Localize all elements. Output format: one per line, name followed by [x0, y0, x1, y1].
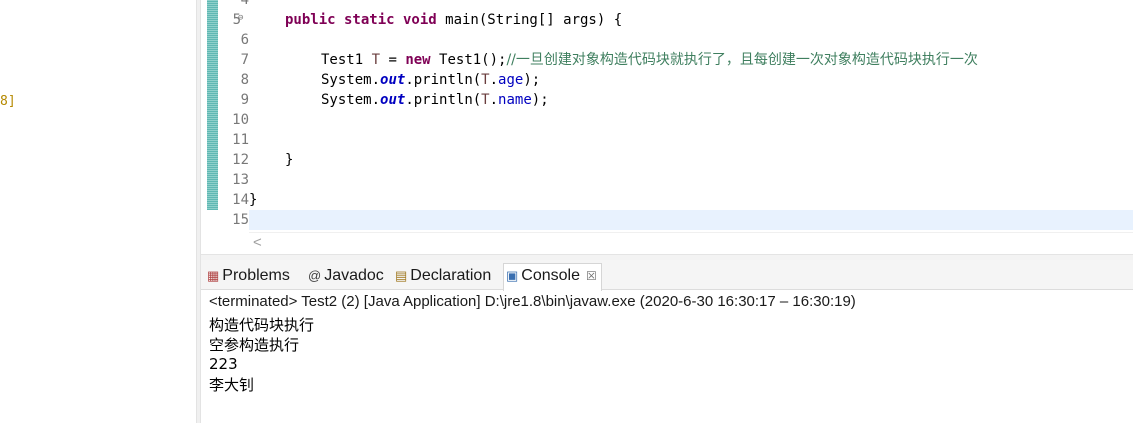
change-bar	[207, 0, 218, 210]
console-output-line: 构造代码块执行	[209, 316, 315, 334]
line-number: 11	[232, 132, 249, 148]
static-field: out	[380, 72, 406, 88]
code-line-7[interactable]: Test1 T = new Test1();//一旦创建对象构造代码块就执行了，…	[321, 50, 978, 70]
code-text: );	[523, 72, 541, 88]
fold-collapse-icon[interactable]: ⊖	[238, 13, 243, 23]
code-line-8[interactable]: System.out.println(T.age);	[321, 70, 540, 90]
code-text: .	[489, 92, 499, 108]
keyword: new	[405, 52, 431, 68]
console-output-line: 空参构造执行	[209, 336, 300, 354]
field: name	[498, 92, 532, 108]
code-line-12[interactable]: }	[285, 150, 293, 170]
console-icon: ▣	[506, 268, 519, 283]
field: age	[498, 72, 524, 88]
console-view: ▦ Problems @ Javadoc ▤ Declaration ▣ Console…	[201, 260, 1133, 423]
truncated-text: 8]	[0, 94, 16, 109]
code-text: .	[489, 72, 499, 88]
tab-javadoc[interactable]: @ Javadoc	[308, 264, 384, 288]
console-output-line: 223	[209, 355, 238, 373]
tab-problems[interactable]: ▦ Problems	[207, 264, 290, 288]
code-line-14[interactable]: }	[249, 190, 257, 210]
package-explorer-pane: 8]	[0, 0, 196, 423]
line-number: 13	[232, 172, 249, 188]
line-number: 14	[232, 192, 249, 208]
variable: T	[481, 92, 490, 108]
variable: T	[481, 72, 490, 88]
tab-label: Javadoc	[324, 267, 384, 284]
code-comment: //一旦创建对象构造代码块就执行了，且每创建一次对象构造代码块执行一次	[506, 52, 978, 68]
horizontal-scrollbar[interactable]: <	[249, 232, 1133, 253]
line-number: 8	[240, 72, 249, 88]
code-text: .println(	[405, 92, 482, 108]
code-text: .println(	[405, 72, 482, 88]
code-text: System.	[321, 72, 381, 88]
code-text: Test1	[321, 52, 372, 68]
static-field: out	[380, 92, 406, 108]
current-line-highlight	[249, 210, 1133, 230]
line-number: 6	[240, 32, 249, 48]
code-text: Test1();	[430, 52, 507, 68]
scroll-left-icon[interactable]: <	[253, 234, 262, 251]
line-number: 9	[240, 92, 249, 108]
line-number: 15	[232, 212, 249, 228]
code-text: =	[380, 52, 406, 68]
line-number: 7	[240, 52, 249, 68]
view-tab-bar: ▦ Problems @ Javadoc ▤ Declaration ▣ Console…	[201, 260, 1133, 291]
code-line-5[interactable]: public static void main(String[] args) {	[285, 10, 622, 30]
console-output-line: 李大钊	[209, 376, 255, 394]
tab-label: Declaration	[410, 267, 492, 284]
code-text: main(String[] args) {	[436, 12, 623, 28]
keyword: public static void	[285, 12, 437, 28]
tab-label: Console	[521, 267, 580, 284]
javadoc-icon: @	[308, 268, 322, 283]
code-line-9[interactable]: System.out.println(T.name);	[321, 90, 549, 110]
line-number: 12	[232, 152, 249, 168]
code-editor[interactable]: 4 5 ⊖ 6 7 8 9 10 11 12 13 14 15 public s…	[201, 0, 1133, 261]
tab-console[interactable]: ▣ Console ☒	[503, 263, 602, 291]
variable: T	[371, 52, 381, 68]
declaration-icon: ▤	[395, 268, 408, 283]
line-number: 4	[240, 0, 249, 8]
tab-label: Problems	[222, 267, 290, 284]
close-icon[interactable]: ☒	[586, 269, 597, 283]
line-number: 10	[232, 112, 249, 128]
tab-declaration[interactable]: ▤ Declaration	[395, 264, 491, 288]
console-status-line: <terminated> Test2 (2) [Java Application…	[209, 293, 856, 310]
code-text: );	[531, 92, 549, 108]
problems-icon: ▦	[207, 268, 220, 283]
code-text: System.	[321, 92, 381, 108]
